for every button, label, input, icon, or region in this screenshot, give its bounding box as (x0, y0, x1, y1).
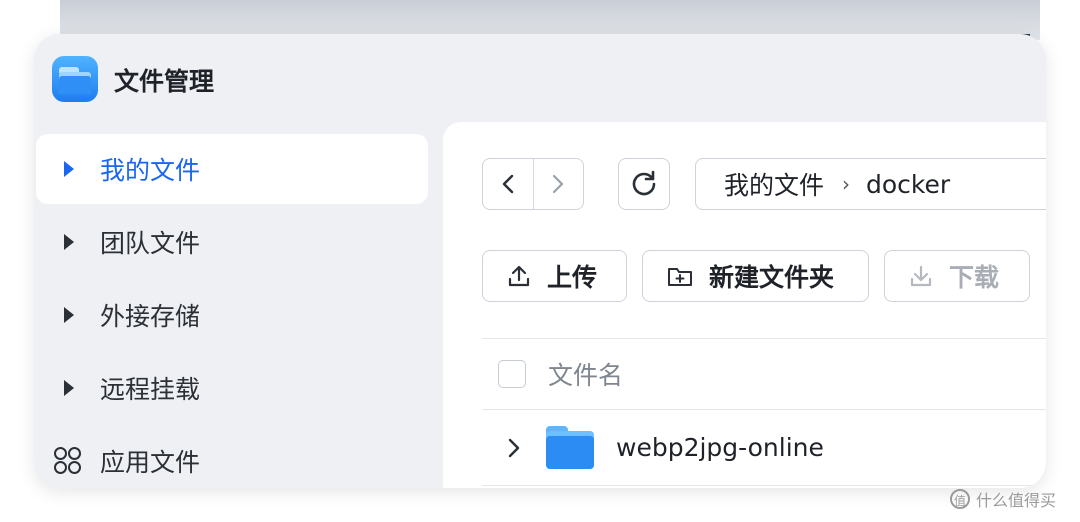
download-label: 下载 (949, 263, 1000, 292)
sidebar-item-label: 外接存储 (100, 302, 201, 331)
sidebar-item-label: 应用文件 (100, 448, 201, 477)
download-button[interactable]: 下载 (884, 250, 1030, 302)
sidebar-item-my-files[interactable]: 我的文件 (36, 134, 428, 204)
breadcrumb-separator-icon: › (842, 172, 851, 196)
upload-button[interactable]: 上传 (482, 250, 627, 302)
sidebar-item-external-storage[interactable]: 外接存储 (36, 280, 428, 350)
main-panel: 我的文件 › docker 上传 新建文件夹 下载 文件名 webp2jpg-o… (443, 122, 1046, 488)
table-row[interactable]: webp2jpg-online (482, 410, 1046, 486)
watermark: 值 什么值得买 (950, 487, 1056, 511)
chevron-left-icon (502, 174, 513, 194)
new-folder-label: 新建文件夹 (709, 263, 835, 292)
sidebar-item-team-files[interactable]: 团队文件 (36, 207, 428, 277)
breadcrumb-root[interactable]: 我的文件 (724, 166, 824, 202)
sidebar: 我的文件 团队文件 外接存储 远程挂载 应用文件 (34, 134, 434, 488)
refresh-icon (632, 170, 656, 196)
watermark-text: 什么值得买 (976, 491, 1057, 510)
apps-icon (54, 447, 82, 475)
file-manager-window: 文件管理 我的文件 团队文件 外接存储 远程挂载 应用文件 我的文件 › doc… (34, 34, 1046, 488)
breadcrumb: 我的文件 › docker (695, 158, 1046, 210)
folder-icon (546, 425, 594, 470)
sidebar-item-label: 团队文件 (100, 229, 201, 258)
chevron-right-icon (553, 174, 564, 194)
caret-right-icon (64, 307, 74, 323)
app-header: 文件管理 (34, 34, 1046, 124)
upload-label: 上传 (547, 263, 598, 292)
caret-right-icon (64, 234, 74, 250)
file-name[interactable]: webp2jpg-online (616, 433, 824, 462)
sidebar-item-app-files[interactable]: 应用文件 (36, 426, 428, 488)
caret-right-icon (64, 380, 74, 396)
caret-right-icon (64, 161, 74, 177)
select-all-checkbox[interactable] (498, 360, 526, 388)
file-list-header: 文件名 (482, 338, 1046, 410)
back-button[interactable] (483, 159, 533, 209)
chevron-right-icon[interactable] (508, 438, 520, 458)
new-folder-button[interactable]: 新建文件夹 (642, 250, 869, 302)
download-icon (910, 265, 932, 287)
forward-button[interactable] (532, 159, 584, 209)
folder-app-icon (52, 56, 98, 102)
sidebar-item-remote-mount[interactable]: 远程挂载 (36, 353, 428, 423)
sidebar-item-label: 我的文件 (100, 156, 201, 185)
app-title: 文件管理 (114, 67, 215, 96)
breadcrumb-current[interactable]: docker (866, 170, 950, 199)
zhi-icon: 值 (950, 489, 970, 509)
refresh-button[interactable] (618, 158, 670, 210)
column-header-name[interactable]: 文件名 (548, 356, 623, 392)
nav-button-group (482, 158, 584, 210)
upload-icon (508, 265, 530, 287)
folder-plus-icon (668, 268, 692, 286)
sidebar-item-label: 远程挂载 (100, 375, 201, 404)
